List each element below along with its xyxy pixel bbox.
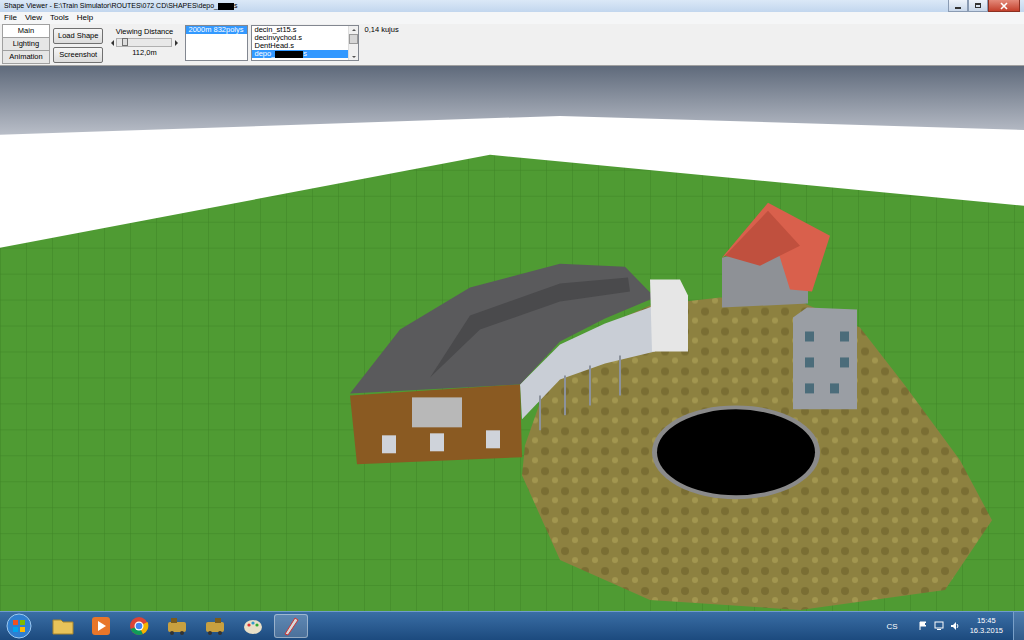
turntable-pit [657,409,815,495]
game-button[interactable] [160,614,194,638]
clock-date: 16.3.2015 [970,626,1003,636]
tab[interactable]: Main [2,24,50,38]
toolbar: MainLightingAnimationLoad Shape Screensho… [0,24,1024,66]
clock[interactable]: 15:4516.3.2015 [966,616,1007,636]
chrome-button[interactable] [122,614,156,638]
shape-item[interactable]: DentHead.s [252,42,348,50]
window-title: Shape Viewer - E:\Train Simulator\ROUTES… [4,1,237,11]
tab[interactable]: Animation [2,50,50,64]
sky [0,66,1024,135]
maximize-icon [975,3,981,8]
ground-grid [0,155,1024,611]
shape-viewer-button[interactable] [274,614,308,638]
scroll-down-button[interactable] [349,52,358,60]
paint-button[interactable] [236,614,270,638]
menu-item[interactable]: View [25,13,42,23]
button-column: Load Shape Screenshot [53,25,103,63]
scroll-thumb[interactable] [349,34,358,44]
toolbar-button[interactable]: Load Shape [53,28,103,44]
roundhouse-roof [350,264,655,394]
shape-viewer-window: Shape Viewer - E:\Train Simulator\ROUTES… [0,0,1024,640]
close-icon [1000,2,1008,10]
folder-icon [52,617,74,635]
toolbar-button[interactable]: Screenshot [53,47,103,63]
show-desktop-button[interactable] [1013,612,1024,640]
minimize-button[interactable] [948,0,968,12]
slider-track [116,38,172,47]
shape-item[interactable]: depo_s [252,50,348,58]
shape-list[interactable]: decin_st15.sdecinvychod.sDentHead.sdepo_… [251,25,359,61]
maximize-button[interactable] [968,0,988,12]
network-icon[interactable] [934,621,944,631]
close-button[interactable] [988,0,1020,12]
shape-viewer-icon [281,616,301,636]
media-player-icon [91,616,111,636]
paint-palette-icon [243,616,263,636]
start-button-icon[interactable] [6,613,32,639]
right-arrow-icon [175,40,181,46]
train-game-icon [204,616,226,636]
shape-item[interactable]: decinvychod.s [252,34,348,42]
scroll-up-button[interactable] [349,26,358,34]
tab[interactable]: Lighting [2,37,50,51]
house [793,308,857,410]
small-building [650,280,688,352]
shape-items: decin_st15.sdecinvychod.sDentHead.sdepo_… [252,26,348,60]
clock-time: 15:45 [977,616,996,626]
viewing-distance: Viewing Distance 112,0m [106,25,182,58]
train-game-icon [166,616,188,636]
system-tray: CS 15:4516.3.2015 [887,612,1024,640]
tab-list: MainLightingAnimation [2,25,50,64]
language-indicator[interactable]: CS [887,622,898,631]
3d-viewport[interactable] [0,66,1024,611]
volume-icon[interactable] [950,621,960,631]
roundhouse-front-wall [350,384,522,464]
chrome-icon [129,616,149,636]
up-arrow-icon [352,27,356,31]
viewing-distance-label: Viewing Distance [116,27,173,37]
redaction-mark [275,51,303,58]
game-button[interactable] [198,614,232,638]
action-center-icon[interactable] [918,621,928,631]
turntable-rim [652,405,820,499]
distance-slider[interactable] [108,38,180,47]
taskbar: CS 15:4516.3.2015 [0,611,1024,640]
frame-rate: 0,14 kujus [362,25,398,35]
shape-item[interactable]: decin_st15.s [252,26,348,34]
menu-item[interactable]: File [4,13,17,23]
viewing-distance-value: 112,0m [132,48,156,58]
left-arrow-button[interactable] [108,38,116,47]
lod-item[interactable]: 2000m 832polys [186,26,247,34]
lod-list[interactable]: 2000m 832polys [185,25,248,61]
menu-item[interactable]: Help [77,13,93,23]
redaction-mark [218,3,234,10]
barn-roof [722,203,830,292]
scene-render [0,66,1024,611]
slider-thumb[interactable] [122,38,128,46]
left-arrow-icon [108,40,114,46]
minimize-icon [955,7,961,9]
taskbar-pins [0,613,308,639]
media-player-button[interactable] [84,614,118,638]
title-bar: Shape Viewer - E:\Train Simulator\ROUTES… [0,0,1024,12]
window-controls [948,0,1020,12]
menu-item[interactable]: Tools [50,13,69,23]
explorer-button[interactable] [46,614,80,638]
right-arrow-button[interactable] [172,38,180,47]
down-arrow-icon [352,56,356,60]
scrollbar[interactable] [348,26,358,60]
menu-bar: File View Tools Help [0,12,1024,24]
